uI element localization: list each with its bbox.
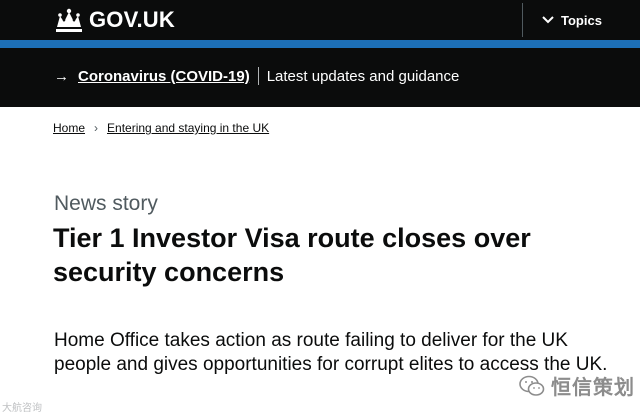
- logo-text: GOV.UK: [89, 7, 175, 32]
- covid-link[interactable]: Coronavirus (COVID-19): [78, 68, 250, 85]
- arrow-right-icon: →: [54, 67, 69, 85]
- page-title: Tier 1 Investor Visa route closes over s…: [53, 223, 531, 287]
- lead-paragraph: Home Office takes action as route failin…: [54, 330, 608, 375]
- watermark-right: 恒信策划: [519, 371, 635, 400]
- topics-button[interactable]: Topics: [534, 8, 602, 32]
- page-caption: News story: [54, 192, 158, 215]
- watermark-right-text: 恒信策划: [551, 375, 635, 399]
- banner-divider: [257, 67, 259, 85]
- topics-divider: [522, 3, 523, 37]
- breadcrumb-home[interactable]: Home: [53, 121, 85, 135]
- breadcrumb: Home › Entering and staying in the UK: [53, 121, 269, 135]
- crown-icon: [56, 8, 82, 32]
- chevron-right-icon: ›: [94, 121, 99, 135]
- covid-banner: → Coronavirus (COVID-19) Latest updates …: [0, 48, 640, 107]
- banner-text: Latest updates and guidance: [266, 67, 460, 85]
- breadcrumb-entering-staying[interactable]: Entering and staying in the UK: [107, 121, 269, 135]
- wechat-icon: [519, 375, 545, 396]
- header-accent-bar: [0, 40, 640, 48]
- topics-label: Topics: [561, 12, 602, 28]
- chevron-down-icon: [542, 16, 554, 24]
- site-header: GOV.UK Topics: [0, 0, 640, 40]
- banner-content: → Coronavirus (COVID-19) Latest updates …: [54, 67, 459, 85]
- watermark-left: 大航咨询: [2, 403, 42, 414]
- govuk-logo[interactable]: GOV.UK: [53, 6, 175, 34]
